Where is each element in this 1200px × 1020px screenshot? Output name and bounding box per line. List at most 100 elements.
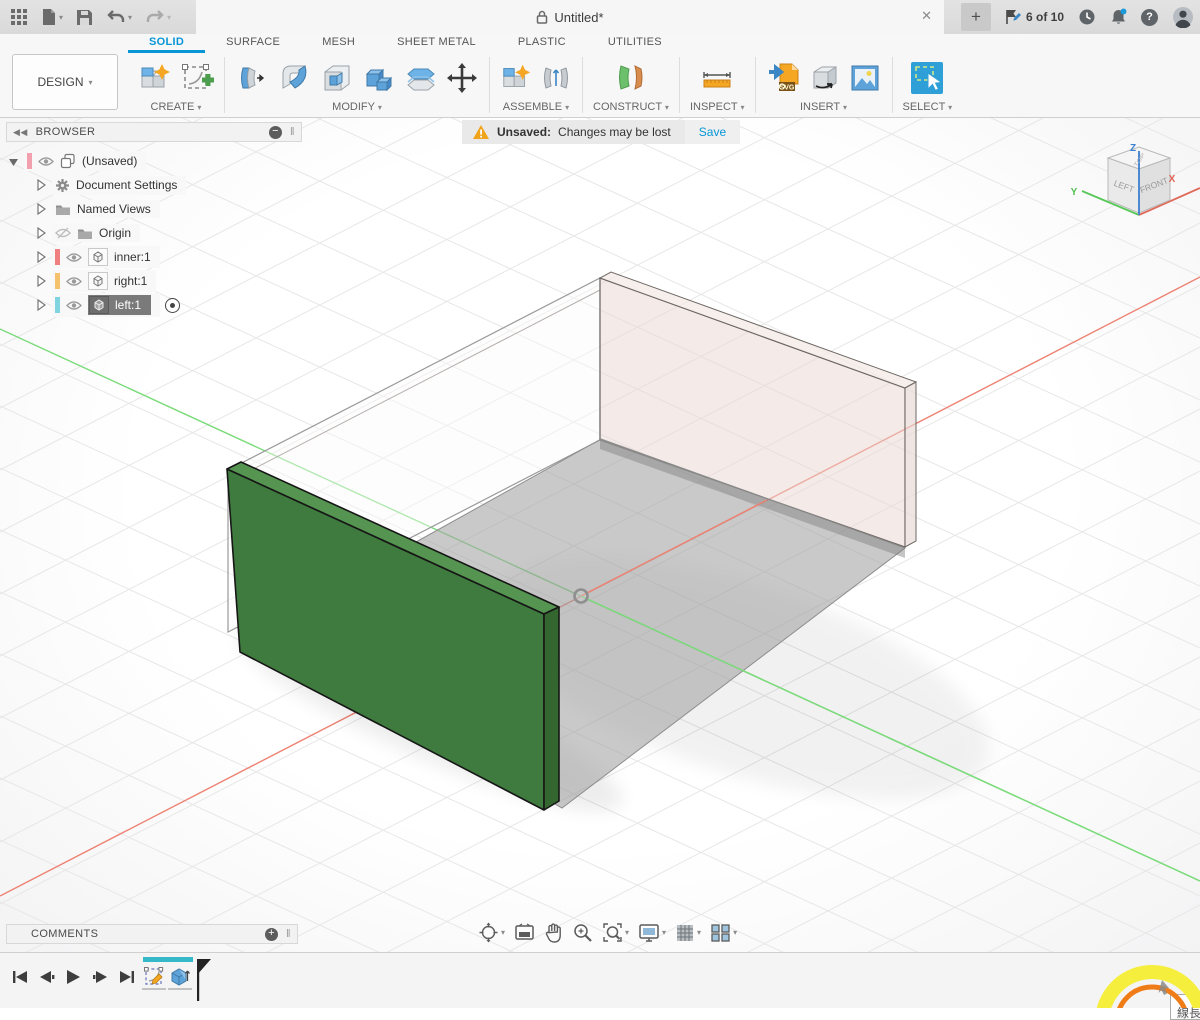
orbit-icon[interactable]: ▾ — [478, 922, 505, 943]
app-grid-icon[interactable] — [10, 8, 28, 26]
notifications-bell-icon[interactable] — [1110, 8, 1127, 26]
activate-component-radio[interactable] — [165, 298, 180, 313]
save-icon[interactable] — [76, 9, 93, 26]
new-tab-button[interactable]: + — [961, 3, 991, 31]
grid-display-icon[interactable]: ▾ — [675, 923, 701, 943]
hole-icon[interactable] — [319, 60, 355, 96]
tree-label-right[interactable]: right:1 — [114, 274, 147, 288]
tab-solid[interactable]: SOLID — [128, 34, 205, 53]
inspect-dropdown[interactable]: INSPECT ▾ — [690, 101, 745, 115]
redo-caret[interactable]: ▾ — [167, 13, 171, 22]
help-icon[interactable]: ? — [1141, 9, 1158, 26]
timeline-group-bar[interactable] — [143, 957, 193, 962]
collapse-arrow-icon[interactable] — [34, 275, 47, 287]
step-back-icon[interactable] — [39, 969, 55, 985]
document-tab[interactable]: Untitled* ✕ — [196, 0, 944, 34]
assemble-dropdown[interactable]: ASSEMBLE ▾ — [503, 101, 569, 115]
select-icon[interactable] — [908, 59, 946, 97]
view-cube[interactable]: LEFT FRONT TOP Y X Z — [1071, 143, 1200, 215]
browser-handle[interactable]: ‖ — [290, 126, 295, 138]
eye-icon[interactable] — [66, 300, 82, 311]
assemble-component-icon[interactable] — [500, 60, 534, 96]
eye-icon[interactable] — [66, 276, 82, 287]
tab-surface[interactable]: SURFACE — [205, 34, 301, 53]
step-forward-icon[interactable] — [92, 969, 108, 985]
skip-to-end-icon[interactable] — [119, 969, 135, 985]
display-settings-icon[interactable]: ▾ — [638, 923, 666, 943]
timeline-position-marker[interactable] — [196, 955, 212, 1003]
press-pull-icon[interactable] — [235, 60, 271, 96]
construct-dropdown[interactable]: CONSTRUCT ▾ — [593, 101, 669, 115]
file-menu-caret[interactable]: ▾ — [59, 13, 63, 22]
sketch-feature-icon[interactable] — [142, 964, 166, 990]
tree-row-inner[interactable]: inner:1 — [34, 245, 302, 269]
tree-label-document-settings[interactable]: Document Settings — [76, 178, 177, 192]
save-link[interactable]: Save — [685, 120, 740, 144]
undo-caret[interactable]: ▾ — [128, 13, 132, 22]
collapse-arrow-icon[interactable] — [34, 251, 47, 263]
play-icon[interactable] — [66, 969, 81, 985]
collapse-arrow-icon[interactable] — [34, 227, 47, 239]
redo-icon[interactable]: ▾ — [145, 9, 171, 25]
tab-mesh[interactable]: MESH — [301, 34, 376, 53]
add-comment-icon[interactable]: + — [265, 928, 278, 941]
create-dropdown[interactable]: CREATE ▾ — [151, 101, 202, 115]
collapse-arrow-icon[interactable] — [34, 179, 47, 191]
measure-icon[interactable] — [697, 60, 737, 96]
tree-label-left[interactable]: left:1 — [115, 298, 141, 312]
offset-face-icon[interactable] — [403, 60, 439, 96]
avatar[interactable] — [1172, 6, 1194, 28]
undo-icon[interactable]: ▾ — [106, 9, 132, 25]
collapse-arrow-icon[interactable] — [34, 299, 47, 311]
tree-label-root[interactable]: (Unsaved) — [82, 154, 137, 168]
tab-plastic[interactable]: PLASTIC — [497, 34, 587, 53]
tree-row-right[interactable]: right:1 — [34, 269, 302, 293]
tree-row-left-selected[interactable]: left:1 — [34, 293, 302, 317]
combine-icon[interactable] — [361, 60, 397, 96]
select-dropdown[interactable]: SELECT ▾ — [903, 101, 953, 115]
joint-icon[interactable] — [540, 60, 572, 96]
collapse-browser-icon[interactable]: ◀◀ — [13, 127, 28, 138]
insert-dropdown[interactable]: INSERT ▾ — [800, 101, 847, 115]
new-component-icon[interactable] — [138, 60, 174, 96]
tab-utilities[interactable]: UTILITIES — [587, 34, 683, 53]
eye-off-icon[interactable] — [55, 227, 71, 240]
fillet-icon[interactable] — [277, 60, 313, 96]
close-tab-icon[interactable]: ✕ — [921, 8, 932, 24]
skip-to-start-icon[interactable] — [12, 969, 28, 985]
modify-dropdown[interactable]: MODIFY ▾ — [332, 101, 382, 115]
tree-label-origin[interactable]: Origin — [99, 226, 131, 240]
eye-icon[interactable] — [38, 156, 54, 167]
tree-row-origin[interactable]: Origin — [34, 221, 302, 245]
tree-label-named-views[interactable]: Named Views — [77, 202, 151, 216]
browser-remove-icon[interactable]: − — [269, 126, 282, 139]
expand-arrow-icon[interactable] — [6, 155, 19, 167]
browser-header[interactable]: ◀◀ BROWSER − ‖ — [6, 122, 302, 142]
file-menu-icon[interactable]: ▾ — [41, 8, 63, 26]
zoom-fit-icon[interactable]: ▾ — [602, 922, 629, 943]
tree-row-named-views[interactable]: Named Views — [34, 197, 302, 221]
canvas-icon[interactable] — [848, 60, 882, 96]
origin-marker[interactable] — [575, 590, 588, 603]
eye-icon[interactable] — [66, 252, 82, 263]
workspace-selector[interactable]: DESIGN ▾ — [12, 54, 118, 110]
guide-progress-icon[interactable] — [1005, 9, 1022, 25]
tab-sheet-metal[interactable]: SHEET METAL — [376, 34, 497, 53]
insert-svg-icon[interactable]: SVG — [766, 60, 802, 96]
tree-row-root[interactable]: (Unsaved) — [6, 149, 302, 173]
pan-icon[interactable] — [544, 923, 563, 943]
look-at-icon[interactable] — [514, 923, 535, 942]
tree-label-inner[interactable]: inner:1 — [114, 250, 151, 264]
comments-header[interactable]: COMMENTS + ‖ — [6, 924, 298, 944]
construct-plane-icon[interactable] — [611, 60, 651, 96]
viewports-icon[interactable]: ▾ — [710, 923, 737, 943]
collapse-arrow-icon[interactable] — [34, 203, 47, 215]
comments-handle[interactable]: ‖ — [286, 928, 291, 940]
tree-row-document-settings[interactable]: Document Settings — [34, 173, 302, 197]
create-sketch-icon[interactable] — [180, 60, 214, 96]
zoom-icon[interactable] — [572, 922, 593, 943]
activity-clock-icon[interactable] — [1078, 8, 1096, 26]
extrude-feature-icon[interactable] — [168, 964, 192, 990]
viewport[interactable]: LEFT FRONT TOP Y X Z Unsaved: Changes ma… — [0, 118, 1200, 952]
insert-mesh-icon[interactable] — [808, 60, 842, 96]
